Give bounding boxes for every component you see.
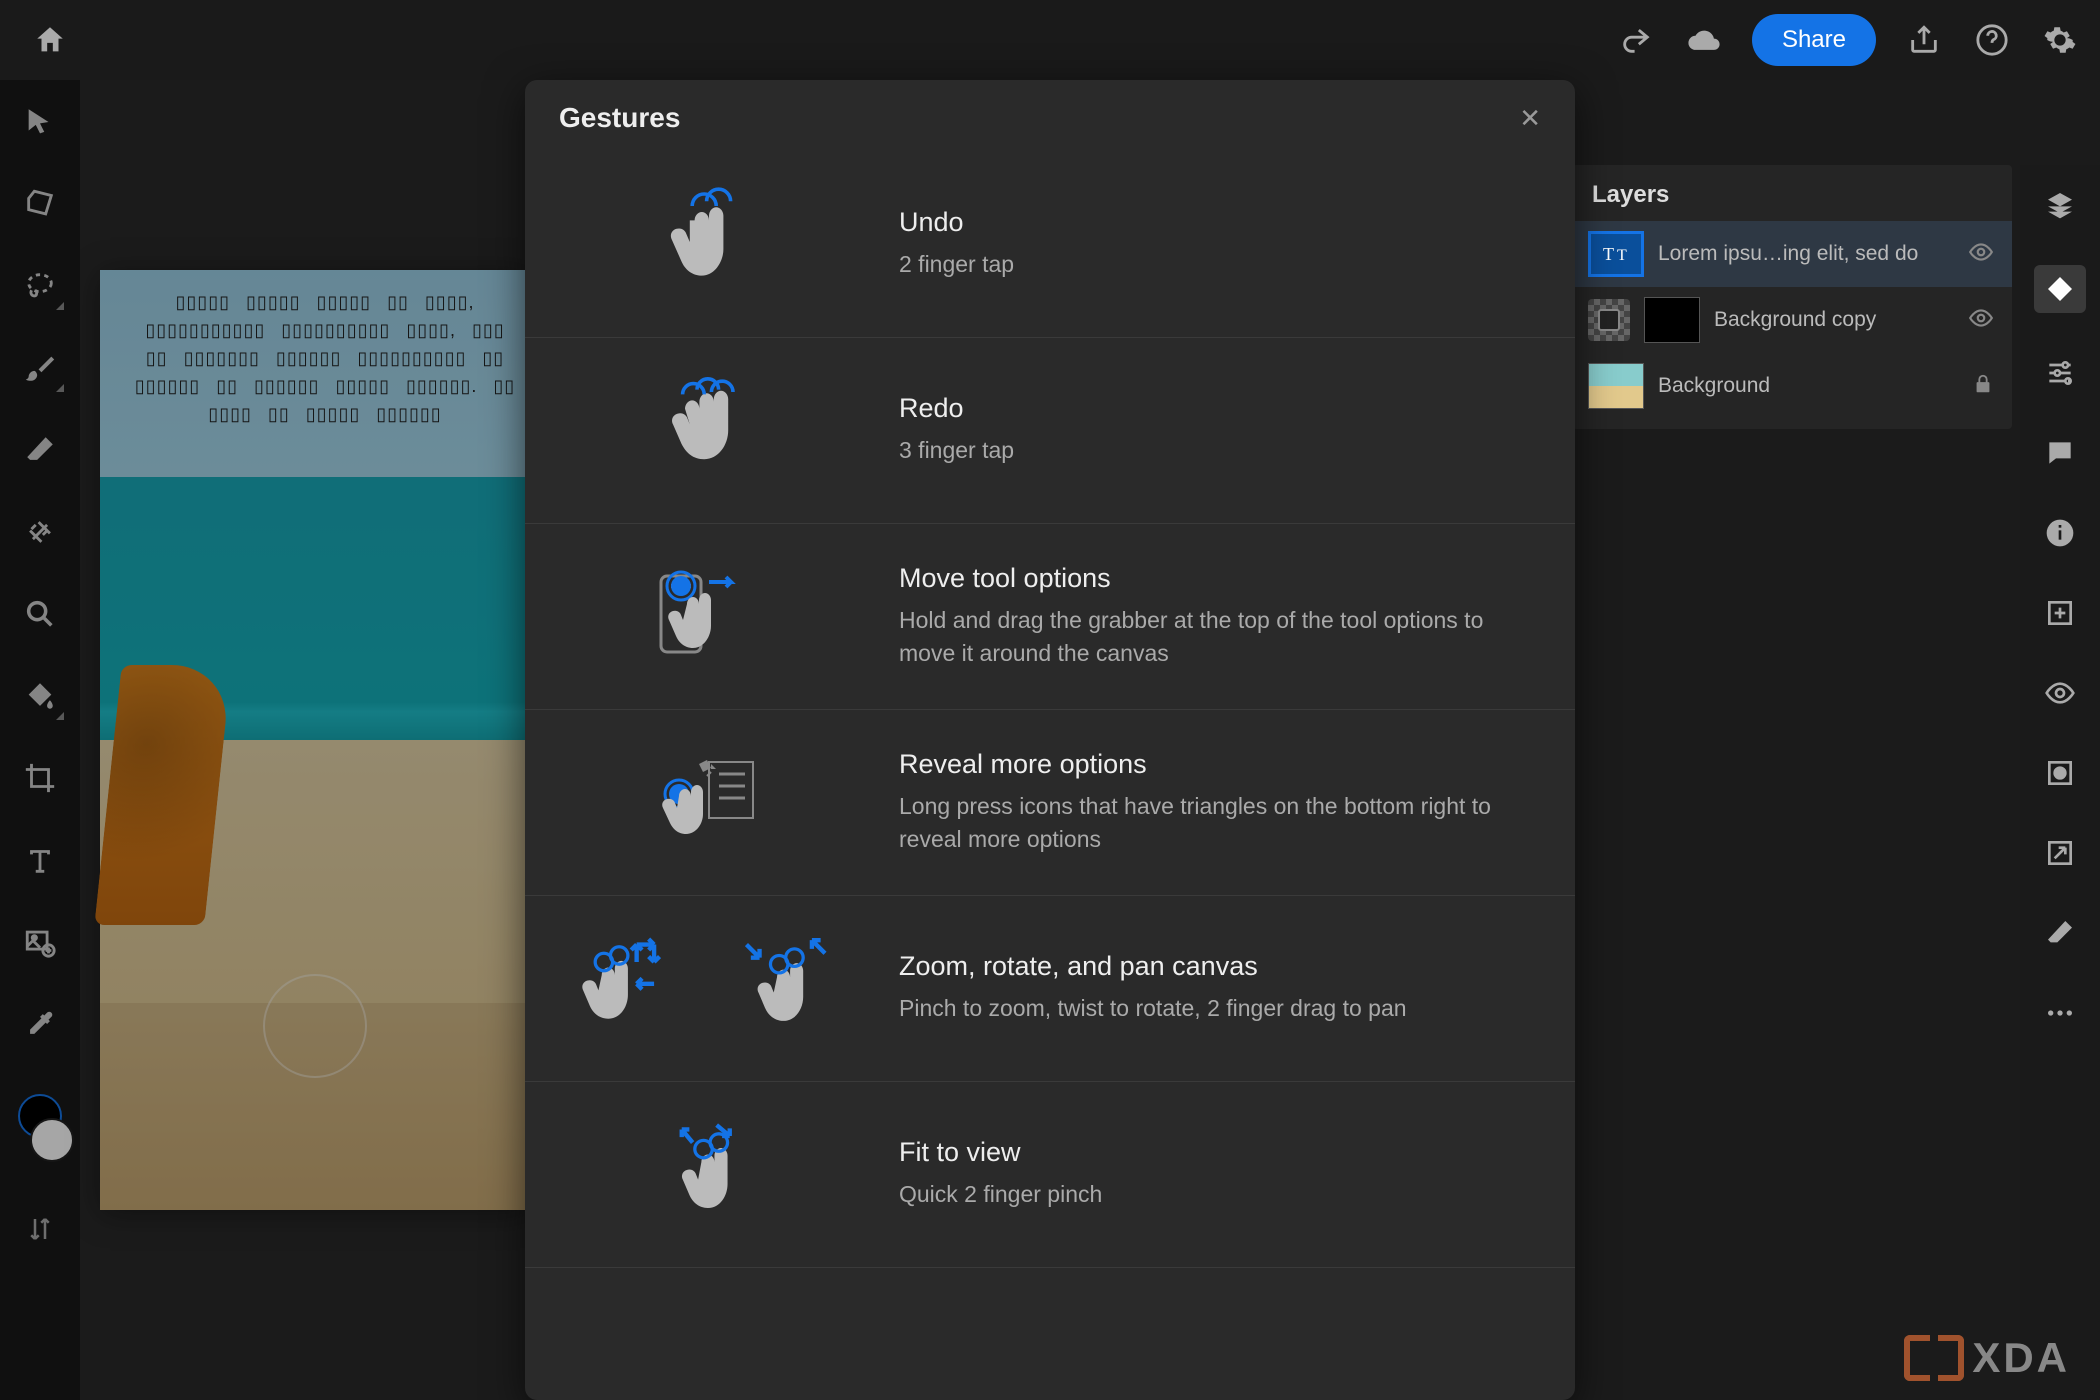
eraser-tool[interactable] [18, 428, 62, 472]
svg-text:T: T [1603, 244, 1614, 264]
gesture-title: Undo [899, 207, 1541, 238]
layer-row[interactable]: TT Lorem ipsu…ing elit, sed do [1572, 221, 2012, 287]
help-icon[interactable] [1972, 20, 2012, 60]
gesture-row-zoom-rotate-pan: Zoom, rotate, and pan canvas Pinch to zo… [525, 896, 1575, 1082]
gesture-title: Move tool options [899, 563, 1541, 594]
clear-panel-icon[interactable] [2040, 913, 2080, 953]
gesture-title: Fit to view [899, 1137, 1541, 1168]
send-panel-icon[interactable] [2040, 833, 2080, 873]
layer-thumbnail [1644, 297, 1700, 343]
gesture-desc: 2 finger tap [899, 248, 1541, 281]
add-layer-icon[interactable] [2040, 593, 2080, 633]
gesture-desc: Pinch to zoom, twist to rotate, 2 finger… [899, 992, 1541, 1025]
export-icon[interactable] [1904, 20, 1944, 60]
watermark-text: XDA [1972, 1334, 2070, 1382]
layer-name: Background copy [1714, 308, 1954, 332]
top-bar: Share [0, 0, 2100, 80]
move-tool[interactable] [18, 100, 62, 144]
gesture-row-undo: Undo 2 finger tap [525, 152, 1575, 338]
type-tool[interactable] [18, 838, 62, 882]
info-icon[interactable] [2040, 513, 2080, 553]
gesture-row-reveal-more-options: Reveal more options Long press icons tha… [525, 710, 1575, 896]
place-image-tool[interactable] [18, 920, 62, 964]
layer-thumbnail-text: TT [1588, 231, 1644, 277]
long-press-icon [649, 740, 769, 865]
settings-icon[interactable] [2040, 20, 2080, 60]
gesture-row-move-tool-options: Move tool options Hold and drag the grab… [525, 524, 1575, 710]
three-finger-tap-icon [649, 368, 769, 493]
quick-pinch-icon [649, 1112, 769, 1237]
gesture-row-fit-to-view: Fit to view Quick 2 finger pinch [525, 1082, 1575, 1268]
tool-rail [0, 80, 80, 1400]
layer-mask-thumbnail [1588, 299, 1630, 341]
background-swatch[interactable] [30, 1118, 74, 1162]
layers-tab-icon[interactable] [2040, 185, 2080, 225]
gesture-title: Zoom, rotate, and pan canvas [899, 951, 1541, 982]
layers-panel-title: Layers [1572, 165, 2012, 221]
transform-tool[interactable] [18, 182, 62, 226]
layers-panel: Layers TT Lorem ipsu…ing elit, sed do Ba… [1572, 165, 2012, 429]
layer-name: Lorem ipsu…ing elit, sed do [1658, 242, 1954, 266]
canvas-document[interactable]: ▯▯▯▯▯ ▯▯▯▯▯ ▯▯▯▯▯ ▯▯ ▯▯▯▯, ▯▯▯▯▯▯▯▯▯▯▯ ▯… [100, 270, 530, 1210]
pinch-rotate-icon [569, 926, 689, 1051]
adjustments-icon[interactable] [2040, 353, 2080, 393]
gesture-desc: Hold and drag the grabber at the top of … [899, 604, 1541, 671]
svg-text:T: T [1617, 247, 1627, 264]
drag-grabber-icon [649, 554, 769, 679]
visibility-panel-icon[interactable] [2040, 673, 2080, 713]
gesture-title: Redo [899, 393, 1541, 424]
crop-tool[interactable] [18, 756, 62, 800]
modal-title: Gestures [559, 102, 680, 134]
comments-icon[interactable] [2040, 433, 2080, 473]
gestures-modal: Gestures ✕ Undo 2 finger tap [525, 80, 1575, 1400]
two-finger-tap-icon [649, 182, 769, 307]
gesture-desc: 3 finger tap [899, 434, 1541, 467]
fill-tool[interactable] [18, 674, 62, 718]
layer-row[interactable]: Background [1572, 353, 2012, 419]
layer-name: Background [1658, 374, 1958, 398]
right-rail [2020, 165, 2100, 1400]
zoom-tool[interactable] [18, 592, 62, 636]
layer-row[interactable]: Background copy [1572, 287, 2012, 353]
eyedropper-tool[interactable] [18, 1002, 62, 1046]
heal-tool[interactable] [18, 510, 62, 554]
visibility-icon[interactable] [1968, 239, 1996, 270]
layer-thumbnail [1588, 363, 1644, 409]
gesture-row-redo: Redo 3 finger tap [525, 338, 1575, 524]
gesture-desc: Quick 2 finger pinch [899, 1178, 1541, 1211]
two-finger-drag-icon [729, 926, 849, 1051]
home-icon[interactable] [20, 20, 80, 60]
mask-panel-icon[interactable] [2040, 753, 2080, 793]
type-layer-placeholder: ▯▯▯▯▯ ▯▯▯▯▯ ▯▯▯▯▯ ▯▯ ▯▯▯▯, ▯▯▯▯▯▯▯▯▯▯▯ ▯… [130, 288, 520, 428]
redo-icon[interactable] [1616, 20, 1656, 60]
gesture-title: Reveal more options [899, 749, 1541, 780]
brush-tool[interactable] [18, 346, 62, 390]
color-swatches[interactable] [12, 1094, 68, 1158]
visibility-icon[interactable] [1968, 305, 1996, 336]
watermark: XDA [1904, 1334, 2070, 1382]
properties-tab-icon[interactable] [2034, 265, 2086, 313]
close-icon[interactable]: ✕ [1519, 103, 1541, 134]
swap-colors-icon[interactable] [25, 1214, 55, 1249]
lock-icon[interactable] [1972, 373, 1996, 400]
cloud-sync-icon[interactable] [1684, 20, 1724, 60]
share-button[interactable]: Share [1752, 14, 1876, 66]
gesture-desc: Long press icons that have triangles on … [899, 790, 1541, 857]
more-icon[interactable] [2040, 993, 2080, 1033]
lasso-tool[interactable] [18, 264, 62, 308]
